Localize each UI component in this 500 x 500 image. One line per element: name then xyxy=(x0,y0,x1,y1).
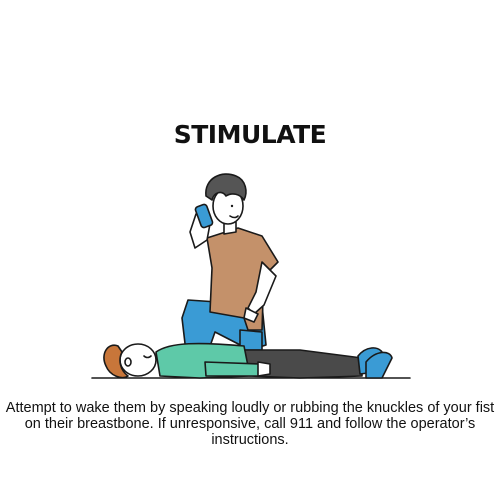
cpr-responder-calling-illustration xyxy=(91,173,411,379)
instructions-caption: Attempt to wake them by speaking loudly … xyxy=(5,400,495,448)
responder-hair xyxy=(205,173,247,201)
page-title: STIMULATE xyxy=(173,120,327,149)
